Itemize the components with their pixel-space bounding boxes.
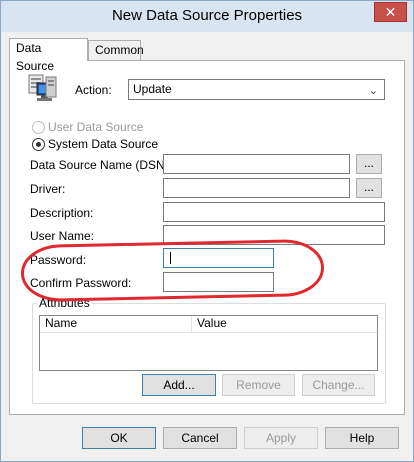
chevron-down-icon: ⌄ — [368, 85, 378, 97]
tab-data-source[interactable]: Data Source — [9, 38, 88, 73]
action-selected-value: Update — [133, 82, 172, 96]
column-header-value[interactable]: Value — [192, 316, 377, 333]
close-button[interactable]: ✕ — [374, 2, 407, 22]
data-source-computer-icon — [28, 74, 57, 101]
title-bar[interactable]: New Data Source Properties ✕ — [1, 1, 413, 32]
attributes-list[interactable]: Name Value — [39, 315, 378, 371]
add-attribute-button[interactable]: Add... — [142, 374, 216, 396]
description-input[interactable] — [163, 202, 385, 222]
window-title: New Data Source Properties — [111, 7, 303, 24]
help-button[interactable]: Help — [325, 427, 399, 449]
text-caret — [170, 252, 171, 264]
description-label: Description: — [30, 206, 94, 220]
ok-button[interactable]: OK — [82, 427, 156, 449]
tab-common[interactable]: Common — [88, 40, 144, 60]
driver-label: Driver: — [30, 182, 66, 196]
radio-selected-dot — [36, 142, 41, 147]
dialog-window: New Data Source Properties ✕ Data Source… — [0, 0, 414, 462]
user-data-source-label: User Data Source — [48, 120, 144, 134]
password-label: Password: — [30, 253, 87, 267]
username-input[interactable] — [163, 225, 385, 245]
dsn-browse-button[interactable]: ... — [356, 154, 382, 174]
column-header-name[interactable]: Name — [40, 316, 192, 333]
system-data-source-radio[interactable] — [32, 138, 45, 151]
confirm-password-input[interactable] — [163, 272, 274, 292]
system-data-source-label: System Data Source — [48, 137, 159, 151]
remove-attribute-button[interactable]: Remove — [222, 374, 295, 396]
apply-button[interactable]: Apply — [244, 427, 318, 449]
close-icon: ✕ — [384, 4, 397, 20]
dsn-label: Data Source Name (DSN): — [30, 158, 173, 172]
user-data-source-radio[interactable] — [32, 121, 45, 134]
attributes-group-title: Attributes — [37, 296, 92, 310]
username-label: User Name: — [30, 229, 95, 243]
driver-input[interactable] — [163, 178, 350, 198]
change-attribute-button[interactable]: Change... — [302, 374, 375, 396]
password-input[interactable] — [163, 248, 274, 268]
action-dropdown[interactable]: Update ⌄ — [128, 79, 385, 100]
action-label: Action: — [75, 83, 112, 97]
tab-panel-data-source: Action: Update ⌄ User Data Source System… — [9, 60, 405, 415]
dsn-input[interactable] — [163, 154, 350, 174]
confirm-password-label: Confirm Password: — [30, 276, 132, 290]
driver-browse-button[interactable]: ... — [356, 178, 382, 198]
cancel-button[interactable]: Cancel — [163, 427, 237, 449]
